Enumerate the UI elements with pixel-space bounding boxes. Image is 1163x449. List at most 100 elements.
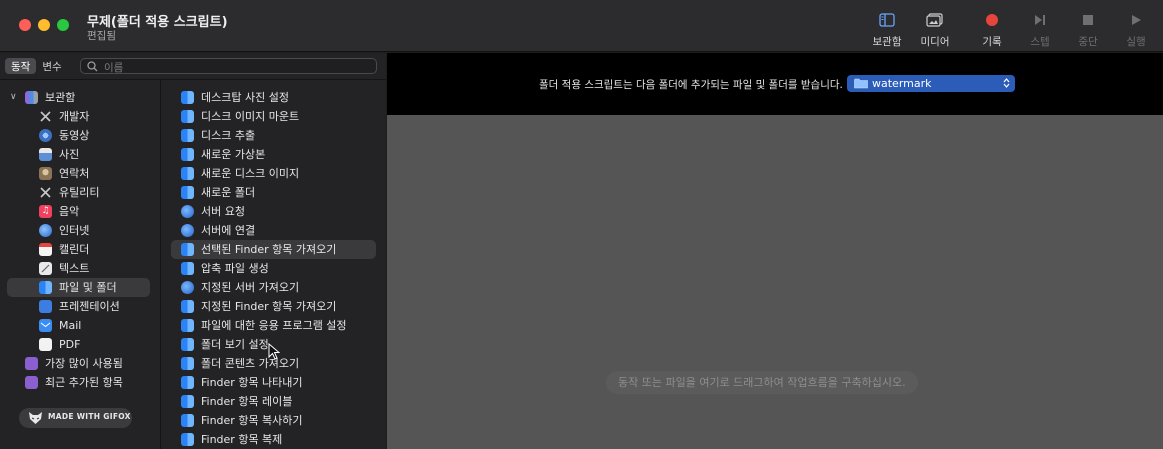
finder-icon [181, 110, 194, 123]
action-item[interactable]: 새로운 폴더 [161, 183, 386, 202]
library-item-internet[interactable]: 인터넷 [0, 221, 160, 240]
smart-group-label: 가장 많이 사용됨 [45, 357, 123, 370]
action-item[interactable]: Finder 항목 나타내기 [161, 373, 386, 392]
library-item-mail[interactable]: Mail [0, 316, 160, 335]
action-label: Finder 항목 복제 [201, 433, 283, 446]
step-icon [1035, 15, 1045, 25]
action-item[interactable]: Finder 항목 복사하기 [161, 411, 386, 430]
library-item-label: 개발자 [59, 110, 90, 123]
pdf-document-icon [39, 338, 52, 351]
smart-folder-icon [25, 357, 38, 370]
library-item-contacts[interactable]: 연락처 [0, 164, 160, 183]
action-item[interactable]: 파일에 대한 응용 프로그램 설정 [161, 316, 386, 335]
step-toolbar-button[interactable]: 스텝 [1015, 10, 1065, 50]
library-item-label: 텍스트 [59, 262, 90, 275]
library-item-developer[interactable]: 개발자 [0, 107, 160, 126]
close-window-button[interactable] [19, 19, 31, 31]
gifox-watermark-badge: MADE WITH GIFOX [19, 408, 132, 428]
smart-group-recently-added[interactable]: 최근 추가된 항목 [0, 373, 160, 392]
fox-logo-icon [29, 412, 42, 424]
chevron-down-icon[interactable]: ∨ [10, 88, 17, 107]
action-label: 서버에 연결 [201, 224, 256, 237]
globe-icon [181, 205, 194, 218]
library-toolbar-button[interactable]: 보관함 [862, 10, 912, 50]
zoom-window-button[interactable] [57, 19, 69, 31]
smart-folder-icon [25, 376, 38, 389]
action-item[interactable]: 데스크탑 사진 설정 [161, 88, 386, 107]
library-item-presentations[interactable]: 프레젠테이션 [0, 297, 160, 316]
library-item-label: 프레젠테이션 [59, 300, 120, 313]
library-item-files-folders[interactable]: 파일 및 폴더 [7, 278, 150, 297]
library-item-calendar[interactable]: 캘린더 [0, 240, 160, 259]
action-item[interactable]: 서버에 연결 [161, 221, 386, 240]
library-item-movies[interactable]: 동영상 [0, 126, 160, 145]
globe-icon [181, 224, 194, 237]
library-item-label: 캘린더 [59, 243, 90, 256]
step-toolbar-label: 스텝 [1030, 36, 1050, 48]
action-item-selected[interactable]: 선택된 Finder 항목 가져오기 [171, 240, 376, 259]
action-label: 지정된 서버 가져오기 [201, 281, 300, 294]
action-label: 선택된 Finder 항목 가져오기 [201, 243, 337, 256]
titlebar: 무제(폴더 적용 스크립트) 편집됨 보관함 미디어 기록 스텝 중단 실행 [0, 0, 1163, 52]
action-item[interactable]: 디스크 추출 [161, 126, 386, 145]
smart-group-most-used[interactable]: 가장 많이 사용됨 [0, 354, 160, 373]
finder-icon [181, 148, 194, 161]
action-label: 폴더 보기 설정 [201, 338, 269, 351]
library-item-label: 사진 [59, 148, 80, 161]
action-item[interactable]: Finder 항목 레이블 [161, 392, 386, 411]
action-item[interactable]: Finder 항목 복제 [161, 430, 386, 449]
folder-popup-button[interactable]: watermark [847, 75, 1015, 92]
action-label: 서버 요청 [201, 205, 245, 218]
search-placeholder: 이름 [104, 62, 124, 74]
action-item[interactable]: 압축 파일 생성 [161, 259, 386, 278]
search-field[interactable]: 이름 [80, 58, 377, 74]
photos-icon [39, 148, 52, 161]
action-item[interactable]: 새로운 디스크 이미지 [161, 164, 386, 183]
library-item-label: 연락처 [59, 167, 90, 180]
library-item-label: Mail [59, 319, 82, 332]
finder-icon [181, 338, 194, 351]
action-label: 새로운 가상본 [201, 148, 266, 161]
finder-icon [181, 395, 194, 408]
action-label: Finder 항목 복사하기 [201, 414, 303, 427]
action-label: 데스크탑 사진 설정 [201, 91, 289, 104]
action-item[interactable]: 새로운 가상본 [161, 145, 386, 164]
action-label: 지정된 Finder 항목 가져오기 [201, 300, 337, 313]
library-root[interactable]: ∨ 보관함 [0, 88, 160, 107]
library-books-icon [25, 91, 38, 104]
action-item[interactable]: 지정된 서버 가져오기 [161, 278, 386, 297]
utilities-icon [39, 186, 52, 199]
library-item-photos[interactable]: 사진 [0, 145, 160, 164]
action-item[interactable]: 서버 요청 [161, 202, 386, 221]
media-toolbar-button[interactable]: 미디어 [910, 10, 960, 50]
finder-icon [181, 433, 194, 446]
library-item-label: 유틸리티 [59, 186, 100, 199]
action-item[interactable]: 지정된 Finder 항목 가져오기 [161, 297, 386, 316]
workflow-empty-hint: 동작 또는 파일을 여기로 드래그하여 작업흐름을 구축하십시오. [606, 371, 918, 394]
smart-group-label: 최근 추가된 항목 [45, 376, 123, 389]
search-icon [87, 61, 98, 72]
workflow-input-description: 폴더 적용 스크립트는 다음 폴더에 추가되는 파일 및 폴더를 받습니다. [539, 79, 843, 91]
finder-icon [181, 243, 194, 256]
library-item-pdf[interactable]: PDF [0, 335, 160, 354]
action-label: 파일에 대한 응용 프로그램 설정 [201, 319, 347, 332]
window-subtitle: 편집됨 [87, 30, 116, 42]
library-item-text[interactable]: 텍스트 [0, 259, 160, 278]
action-label: 새로운 폴더 [201, 186, 256, 199]
folder-icon [854, 78, 868, 89]
library-item-label: PDF [59, 338, 81, 351]
tab-actions[interactable]: 동작 [5, 58, 37, 74]
run-toolbar-button[interactable]: 실행 [1111, 10, 1161, 50]
music-note-icon: ♫ [39, 205, 52, 218]
tab-variables[interactable]: 변수 [36, 58, 67, 74]
action-item[interactable]: 디스크 이미지 마운트 [161, 107, 386, 126]
workflow-pane: 폴더 적용 스크립트는 다음 폴더에 추가되는 파일 및 폴더를 받습니다. w… [387, 53, 1163, 449]
library-item-music[interactable]: ♫ 음악 [0, 202, 160, 221]
library-item-utilities[interactable]: 유틸리티 [0, 183, 160, 202]
library-item-label: 동영상 [59, 129, 90, 142]
minimize-window-button[interactable] [38, 19, 50, 31]
record-toolbar-button[interactable]: 기록 [967, 10, 1017, 50]
library-mode-tabs: 동작 변수 [5, 58, 68, 74]
stop-toolbar-button[interactable]: 중단 [1063, 10, 1113, 50]
action-label: 압축 파일 생성 [201, 262, 269, 275]
